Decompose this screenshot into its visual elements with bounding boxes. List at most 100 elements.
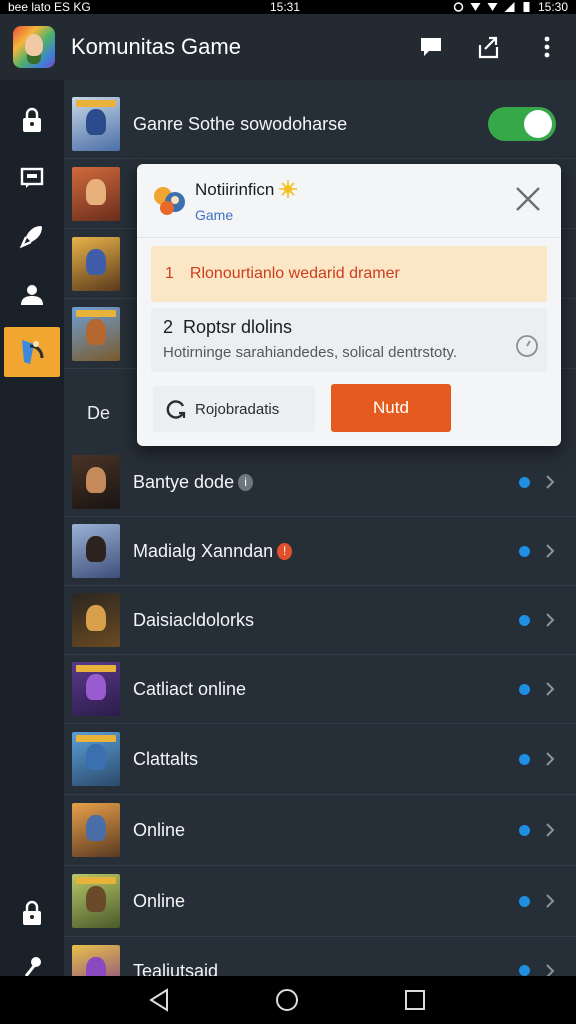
thumb-figure bbox=[86, 536, 106, 562]
thumb-figure bbox=[86, 815, 106, 841]
thumb-figure bbox=[86, 674, 106, 700]
game-thumbnail bbox=[72, 97, 120, 151]
thumb-figure bbox=[86, 605, 106, 631]
info-title: 2 Roptsr dlolins bbox=[163, 317, 292, 338]
list-item[interactable]: Online bbox=[64, 866, 576, 937]
battery-icon bbox=[523, 2, 530, 12]
game-thumbnail bbox=[72, 732, 120, 786]
info-title-text: Roptsr dlolins bbox=[183, 317, 293, 337]
status-dot bbox=[519, 476, 530, 488]
info-icon: i bbox=[238, 473, 254, 491]
game-thumbnail bbox=[72, 237, 120, 291]
list-item[interactable]: Clattalts bbox=[64, 724, 576, 795]
status-dot bbox=[519, 965, 530, 976]
chevron-right-icon bbox=[546, 894, 555, 908]
status-dot bbox=[519, 753, 530, 765]
sidebar-item-lock[interactable] bbox=[4, 95, 60, 145]
thumb-banner bbox=[76, 877, 116, 884]
game-thumbnail bbox=[72, 662, 120, 716]
more-vert-icon bbox=[544, 36, 550, 58]
chevron-right-icon bbox=[546, 752, 555, 766]
chevron-right-icon bbox=[546, 823, 555, 837]
share-icon bbox=[478, 36, 499, 59]
game-group-icon bbox=[154, 187, 185, 215]
wifi-icon bbox=[470, 3, 481, 11]
lock-icon bbox=[23, 900, 41, 925]
thumb-figure bbox=[86, 957, 106, 976]
close-icon[interactable] bbox=[513, 184, 543, 214]
sidebar-item-pin[interactable] bbox=[4, 946, 60, 976]
thumb-banner bbox=[76, 310, 116, 317]
list-item[interactable]: Catliact online bbox=[64, 655, 576, 724]
more-button[interactable] bbox=[518, 14, 576, 80]
chat-button[interactable] bbox=[402, 14, 460, 80]
share-button[interactable] bbox=[460, 14, 518, 80]
app-bar: Komunitas Game bbox=[0, 14, 576, 80]
sidebar bbox=[0, 80, 64, 976]
list-item[interactable]: Online bbox=[64, 795, 576, 866]
status-right: 15:30 bbox=[453, 0, 568, 14]
chevron-right-icon bbox=[546, 964, 555, 976]
section-label: De bbox=[87, 403, 111, 423]
sidebar-item-lock-bottom[interactable] bbox=[4, 888, 60, 938]
game-thumbnail bbox=[72, 307, 120, 361]
sidebar-item-people[interactable] bbox=[4, 269, 60, 319]
back-icon[interactable] bbox=[145, 986, 173, 1014]
cell-signal-icon bbox=[504, 2, 515, 12]
status-dot bbox=[519, 683, 530, 695]
sidebar-item-launch[interactable] bbox=[4, 211, 60, 261]
recents-icon[interactable] bbox=[401, 986, 429, 1014]
status-dot bbox=[519, 545, 530, 557]
top-row[interactable]: Ganre Sothe sowodoharse bbox=[64, 90, 576, 159]
status-dot bbox=[519, 824, 530, 836]
top-row-label: Ganre Sothe sowodoharse bbox=[133, 113, 348, 134]
home-icon[interactable] bbox=[273, 986, 301, 1014]
primary-button[interactable]: Nutd bbox=[331, 384, 451, 432]
list-item-text: Madialg Xanndan bbox=[133, 540, 274, 561]
thumb-figure bbox=[86, 744, 106, 770]
list-item-label: Online bbox=[133, 890, 186, 911]
thumb-figure bbox=[86, 179, 106, 205]
sparkle-icon bbox=[279, 180, 298, 198]
popup-title: Notiirinficn bbox=[195, 180, 298, 200]
signal-icon bbox=[487, 3, 498, 11]
popup-title-text: Notiirinficn bbox=[195, 180, 275, 199]
list-item[interactable]: Tealiutsaid bbox=[64, 937, 576, 976]
popup-info: 2 Roptsr dlolins Hotirninge sarahiandedes… bbox=[151, 308, 547, 372]
info-description: Hotirninge sarahiandedes, solical dentrs… bbox=[163, 344, 458, 361]
alarm-icon bbox=[453, 2, 464, 12]
alert-number: 1 bbox=[165, 265, 174, 282]
status-dot bbox=[519, 895, 530, 907]
secondary-button[interactable]: Rojobradatis bbox=[153, 386, 315, 432]
community-toggle[interactable] bbox=[488, 107, 556, 141]
thumb-figure bbox=[86, 886, 106, 912]
thumb-banner bbox=[76, 735, 116, 742]
game-thumbnail bbox=[72, 455, 120, 509]
toggle-knob bbox=[524, 110, 552, 138]
sidebar-item-messages[interactable] bbox=[4, 153, 60, 203]
sidebar-item-games[interactable] bbox=[4, 327, 60, 377]
list-item[interactable]: Madialg Xanndan! bbox=[64, 517, 576, 586]
game-thumbnail bbox=[72, 593, 120, 647]
alert-icon: ! bbox=[277, 542, 293, 560]
people-icon bbox=[21, 285, 43, 305]
chevron-right-icon bbox=[546, 544, 555, 558]
status-right-text: 15:30 bbox=[537, 0, 568, 14]
status-left-text: bee lato ES KG bbox=[8, 0, 91, 14]
game-thumbnail bbox=[72, 524, 120, 578]
list-item-label: Catliact online bbox=[133, 678, 247, 699]
status-bar: bee lato ES KG 15:31 15:30 bbox=[0, 0, 576, 14]
list-item-label: Madialg Xanndan! bbox=[133, 540, 293, 562]
list-item-text: Bantye dode bbox=[133, 471, 235, 492]
thumb-figure bbox=[86, 109, 106, 135]
refresh-icon bbox=[166, 400, 186, 419]
game-char-icon bbox=[22, 340, 44, 364]
alert-text: Rlonourtianlo wedarid dramer bbox=[189, 265, 400, 282]
notification-popup: Notiirinficn Game 1 Rlonourtianlo wedari… bbox=[137, 164, 561, 446]
list-item[interactable]: Bantye dode i bbox=[64, 448, 576, 517]
thumb-figure bbox=[86, 249, 106, 275]
list-item[interactable]: Daisiacldolorks bbox=[64, 586, 576, 655]
app-logo bbox=[13, 26, 55, 68]
pin-icon bbox=[24, 957, 41, 976]
status-dot bbox=[519, 614, 530, 626]
